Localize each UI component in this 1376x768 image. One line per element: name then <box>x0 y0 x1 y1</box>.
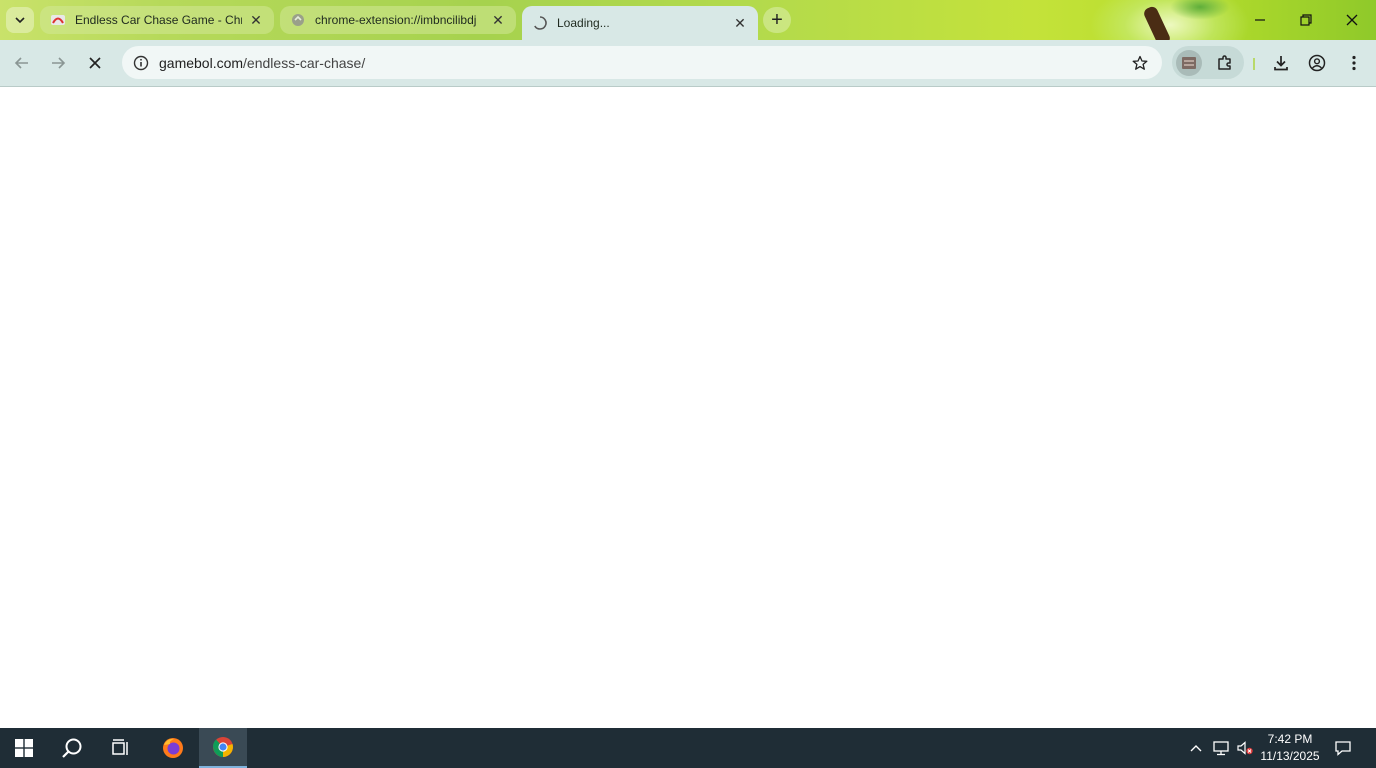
close-icon[interactable]: ✕ <box>248 12 264 28</box>
show-hidden-icons-button[interactable] <box>1186 728 1206 768</box>
url-path: /endless-car-chase/ <box>243 55 366 71</box>
network-icon[interactable] <box>1210 728 1232 768</box>
extension-favicon <box>290 12 306 28</box>
close-icon[interactable]: ✕ <box>732 15 748 31</box>
forward-button[interactable] <box>43 48 73 78</box>
arrow-right-icon <box>52 57 66 69</box>
restore-button[interactable] <box>1283 0 1329 40</box>
more-vertical-icon <box>1352 55 1356 71</box>
theme-background-leaf <box>1170 0 1230 20</box>
chrome-taskbar-button[interactable] <box>199 728 247 768</box>
url-text[interactable]: gamebol.com/endless-car-chase/ <box>159 55 365 71</box>
arrow-left-icon <box>14 57 28 69</box>
start-button[interactable] <box>0 728 48 768</box>
puzzle-icon[interactable] <box>1212 50 1238 76</box>
chevron-down-icon <box>15 17 25 24</box>
tab-endless-car-chase[interactable]: Endless Car Chase Game - Chro ✕ <box>40 6 274 34</box>
chrome-icon <box>213 737 233 757</box>
notification-center-button[interactable] <box>1332 728 1354 768</box>
account-circle-icon <box>1308 54 1326 72</box>
close-icon <box>89 57 101 69</box>
windows-taskbar: 7:42 PM 11/13/2025 <box>0 728 1376 768</box>
minimize-button[interactable] <box>1237 0 1283 40</box>
back-button[interactable] <box>7 48 37 78</box>
new-tab-button[interactable]: + <box>763 7 791 33</box>
menu-button[interactable] <box>1339 48 1369 78</box>
notification-icon <box>1335 741 1351 756</box>
tab-loading-active[interactable]: Loading... ✕ <box>522 6 758 40</box>
firefox-taskbar-button[interactable] <box>149 728 197 768</box>
chevron-up-icon <box>1190 745 1202 752</box>
tab-title: Endless Car Chase Game - Chro <box>75 13 242 27</box>
stop-loading-button[interactable] <box>80 48 110 78</box>
address-bar[interactable]: gamebol.com/endless-car-chase/ <box>122 46 1162 79</box>
restore-icon <box>1300 14 1312 26</box>
tab-title: Loading... <box>557 16 610 30</box>
firefox-icon <box>163 738 183 758</box>
extension-icon[interactable] <box>1176 50 1202 76</box>
page-content <box>0 87 1376 728</box>
windows-logo-icon <box>15 739 33 757</box>
toolbar-divider <box>1253 58 1255 70</box>
downloads-button[interactable] <box>1266 48 1296 78</box>
site-info-icon[interactable] <box>130 52 152 74</box>
loading-spinner-icon <box>532 15 548 31</box>
tab-search-button[interactable] <box>6 7 34 33</box>
tab-chrome-extension[interactable]: chrome-extension://imbncilibdj ✕ <box>280 6 516 34</box>
url-domain: gamebol.com <box>159 55 244 71</box>
bookmark-star-icon[interactable] <box>1130 53 1150 73</box>
clock-time: 7:42 PM <box>1267 732 1313 746</box>
tab-strip: Endless Car Chase Game - Chro ✕ chrome-e… <box>0 0 1376 40</box>
game-favicon <box>50 12 66 28</box>
plus-icon: + <box>771 8 783 31</box>
search-button[interactable] <box>48 728 96 768</box>
close-icon <box>1346 14 1358 26</box>
search-icon <box>62 738 82 758</box>
browser-toolbar: gamebol.com/endless-car-chase/ <box>0 40 1376 87</box>
minimize-icon <box>1255 19 1265 21</box>
task-view-icon <box>112 739 128 755</box>
system-clock[interactable]: 7:42 PM 11/13/2025 <box>1252 731 1328 765</box>
task-view-button[interactable] <box>97 728 145 768</box>
tab-title: chrome-extension://imbncilibdj <box>315 13 477 27</box>
profile-button[interactable] <box>1302 48 1332 78</box>
close-icon[interactable]: ✕ <box>490 12 506 28</box>
clock-date: 11/13/2025 <box>1260 749 1320 763</box>
download-icon <box>1274 56 1288 71</box>
close-window-button[interactable] <box>1329 0 1375 40</box>
